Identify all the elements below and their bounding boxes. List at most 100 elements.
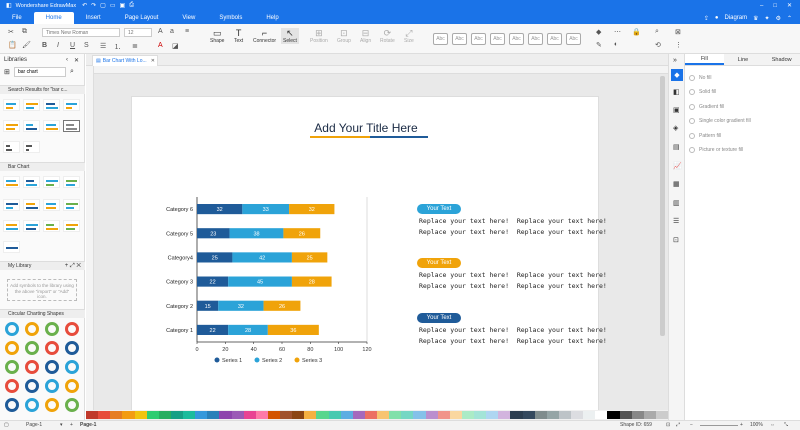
library-shape[interactable] [65, 398, 79, 412]
color-swatch[interactable] [340, 411, 353, 419]
page-select-arrow-icon[interactable]: ▾ [60, 422, 63, 428]
library-shape[interactable] [23, 120, 40, 132]
library-shape[interactable] [3, 176, 20, 188]
library-shape[interactable] [3, 199, 20, 211]
library-shape[interactable] [43, 199, 60, 211]
style-preset-7[interactable]: Abc [547, 33, 562, 45]
library-shape[interactable] [45, 360, 59, 374]
fill-icon[interactable]: ◆ [596, 28, 601, 36]
search-icon[interactable]: ⌕ [70, 68, 74, 76]
library-shape[interactable] [25, 398, 39, 412]
align-icon[interactable]: ≣ [132, 42, 138, 50]
library-shape[interactable] [5, 341, 19, 355]
underline-icon[interactable]: U [70, 42, 75, 49]
color-swatch[interactable] [413, 411, 426, 419]
color-swatch[interactable] [619, 411, 632, 419]
diagram-menu[interactable]: Diagram [724, 15, 747, 21]
chart-icon[interactable]: 📈 [673, 162, 682, 170]
option-no-fill[interactable]: No fill [689, 75, 712, 81]
library-close-icon[interactable]: ✕ [74, 57, 79, 64]
copy-icon[interactable]: ⧉ [22, 28, 27, 36]
library-shape[interactable] [63, 176, 80, 188]
text-block[interactable]: Replace your text here! Replace your tex… [419, 325, 607, 347]
library-shape[interactable] [25, 379, 39, 393]
size-button[interactable]: ⤢ Size [404, 28, 414, 44]
navigator-icon[interactable]: ⊡ [673, 236, 679, 244]
option-single-gradient-fill[interactable]: Single color gradient fill [689, 118, 751, 124]
undo-icon[interactable]: ↶ [82, 2, 87, 9]
expand-view-icon[interactable]: ⤡ [784, 422, 788, 428]
style-preset-1[interactable]: Abc [433, 33, 448, 45]
tab-shadow[interactable]: Shadow [762, 54, 800, 65]
fullscreen-icon[interactable]: ⤢ [676, 422, 680, 428]
bar-chart[interactable]: 0 20 40 60 80 100 120 Category 1 22 28 36 Category … [152, 192, 382, 372]
color-swatch[interactable] [364, 411, 377, 419]
select-button[interactable]: ↖ Select [281, 28, 299, 44]
style-preset-3[interactable]: Abc [471, 33, 486, 45]
text-badge[interactable]: Your Text [417, 313, 461, 323]
color-swatch[interactable] [243, 411, 256, 419]
lock-icon[interactable]: 🔒 [632, 28, 641, 36]
color-swatch[interactable] [498, 411, 511, 419]
color-swatch[interactable] [461, 411, 474, 419]
color-swatch[interactable] [571, 411, 584, 419]
color-swatch[interactable] [631, 411, 644, 419]
library-shape[interactable] [5, 379, 19, 393]
color-swatch[interactable] [643, 411, 656, 419]
library-shape[interactable] [65, 360, 79, 374]
tab-symbols[interactable]: Symbols [207, 12, 254, 24]
tab-file[interactable]: File [0, 12, 34, 24]
color-swatch[interactable] [449, 411, 462, 419]
find-icon[interactable]: ⌕ [655, 28, 659, 36]
tab-close-icon[interactable]: ✕ [151, 58, 155, 64]
color-swatch[interactable] [255, 411, 268, 419]
library-shape[interactable] [23, 176, 40, 188]
library-shape[interactable] [5, 398, 19, 412]
color-swatch[interactable] [401, 411, 414, 419]
connector-button[interactable]: ⌐ Connector [253, 28, 276, 44]
color-swatch[interactable] [280, 411, 293, 419]
library-shape[interactable] [45, 341, 59, 355]
text-button[interactable]: T Text [234, 28, 243, 44]
style-preset-4[interactable]: Abc [490, 33, 505, 45]
font-family-select[interactable]: Times New Roman [42, 28, 120, 37]
shape-button[interactable]: ▭ Shape [210, 28, 224, 44]
highlight-icon[interactable]: ◪ [172, 42, 179, 50]
style-preset-6[interactable]: Abc [528, 33, 543, 45]
library-shape[interactable] [65, 379, 79, 393]
line-spacing-icon[interactable]: ≡ [185, 28, 189, 35]
library-search-input[interactable] [14, 67, 66, 77]
style-preset-2[interactable]: Abc [452, 33, 467, 45]
font-color-icon[interactable]: A [158, 42, 163, 49]
color-swatch[interactable] [219, 411, 232, 419]
color-swatch[interactable] [486, 411, 499, 419]
section-my-library[interactable]: My Library + ⤢ ✕ [0, 261, 85, 270]
replace-icon[interactable]: ⟲ [655, 41, 661, 49]
color-swatch[interactable] [607, 411, 620, 419]
library-shape[interactable] [23, 141, 40, 153]
zoom-level[interactable]: 100% [750, 422, 763, 428]
tab-view[interactable]: View [170, 12, 207, 24]
color-swatch[interactable] [195, 411, 208, 419]
page-tab[interactable]: Page-1 [80, 422, 96, 428]
tab-fill[interactable]: Fill [685, 54, 724, 65]
group-button[interactable]: ⊡ Group [337, 28, 351, 44]
section-search-results[interactable]: Search Results for "bar c... [0, 85, 85, 94]
tab-page-layout[interactable]: Page Layout [113, 12, 171, 24]
library-shape[interactable] [65, 341, 79, 355]
library-shape[interactable] [65, 322, 79, 336]
collapse-icon[interactable]: ⌃ [787, 15, 792, 22]
library-shape[interactable] [25, 360, 39, 374]
color-swatch[interactable] [207, 411, 220, 419]
color-swatch[interactable] [183, 411, 196, 419]
library-shape[interactable] [43, 220, 60, 232]
crop-icon[interactable]: ⊠ [675, 28, 681, 36]
color-swatch[interactable] [134, 411, 147, 419]
option-solid-fill[interactable]: Solid fill [689, 89, 716, 95]
share-icon[interactable]: ⇪ [704, 15, 709, 22]
color-swatch[interactable] [86, 411, 99, 419]
crown-icon[interactable]: ♛ [753, 15, 758, 22]
library-shape[interactable] [43, 176, 60, 188]
strikethrough-icon[interactable]: S [84, 42, 89, 49]
color-swatch[interactable] [316, 411, 329, 419]
